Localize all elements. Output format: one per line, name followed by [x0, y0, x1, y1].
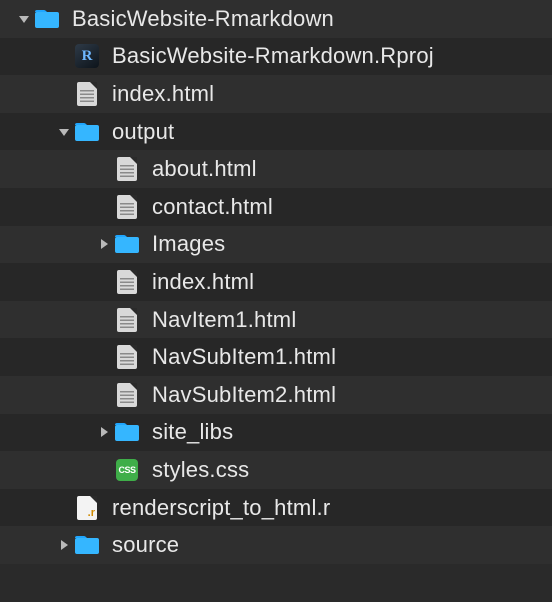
chevron-down-icon[interactable]	[14, 13, 34, 25]
tree-row[interactable]: NavSubItem1.html	[0, 338, 552, 376]
folder-icon	[114, 231, 140, 257]
document-icon	[114, 156, 140, 182]
tree-item-label: Images	[152, 231, 225, 257]
tree-row[interactable]: output	[0, 113, 552, 151]
chevron-down-icon[interactable]	[54, 126, 74, 138]
folder-icon	[74, 119, 100, 145]
tree-row[interactable]: CSS styles.css	[0, 451, 552, 489]
document-icon	[114, 382, 140, 408]
tree-item-label: contact.html	[152, 194, 273, 220]
tree-row[interactable]: NavItem1.html	[0, 301, 552, 339]
tree-item-label: output	[112, 119, 174, 145]
tree-item-label: NavItem1.html	[152, 307, 296, 333]
tree-item-label: renderscript_to_html.r	[112, 495, 330, 521]
document-icon	[114, 307, 140, 333]
tree-row[interactable]: NavSubItem2.html	[0, 376, 552, 414]
document-icon	[114, 344, 140, 370]
file-tree: BasicWebsite-Rmarkdown R BasicWebsite-Rmar…	[0, 0, 552, 564]
tree-row[interactable]: site_libs	[0, 414, 552, 452]
rscript-icon: .r	[74, 495, 100, 521]
tree-item-label: index.html	[112, 81, 214, 107]
tree-item-label: about.html	[152, 156, 257, 182]
tree-row[interactable]: R BasicWebsite-Rmarkdown.Rproj	[0, 38, 552, 76]
folder-icon	[74, 532, 100, 558]
chevron-right-icon[interactable]	[94, 238, 114, 250]
tree-item-label: BasicWebsite-Rmarkdown.Rproj	[112, 43, 434, 69]
chevron-right-icon[interactable]	[94, 426, 114, 438]
tree-item-label: NavSubItem1.html	[152, 344, 336, 370]
tree-row[interactable]: index.html	[0, 263, 552, 301]
tree-item-label: source	[112, 532, 179, 558]
tree-item-label: index.html	[152, 269, 254, 295]
folder-icon	[34, 6, 60, 32]
document-icon	[114, 194, 140, 220]
tree-row[interactable]: Images	[0, 226, 552, 264]
tree-row[interactable]: .r renderscript_to_html.r	[0, 489, 552, 527]
folder-icon	[114, 419, 140, 445]
tree-item-label: styles.css	[152, 457, 249, 483]
tree-row[interactable]: about.html	[0, 150, 552, 188]
document-icon	[74, 81, 100, 107]
tree-item-label: site_libs	[152, 419, 233, 445]
rproj-icon: R	[74, 43, 100, 69]
tree-row[interactable]: index.html	[0, 75, 552, 113]
css-icon: CSS	[114, 457, 140, 483]
tree-item-label: BasicWebsite-Rmarkdown	[72, 6, 334, 32]
tree-item-label: NavSubItem2.html	[152, 382, 336, 408]
chevron-right-icon[interactable]	[54, 539, 74, 551]
tree-row[interactable]: source	[0, 526, 552, 564]
tree-row[interactable]: contact.html	[0, 188, 552, 226]
tree-row[interactable]: BasicWebsite-Rmarkdown	[0, 0, 552, 38]
document-icon	[114, 269, 140, 295]
